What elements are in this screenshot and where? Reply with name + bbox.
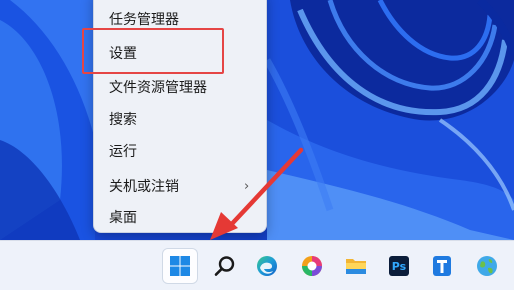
menu-item-file-explorer[interactable]: 文件资源管理器 (109, 75, 249, 101)
highlight-box (82, 28, 224, 74)
menu-item-desktop[interactable]: 桌面 (109, 205, 249, 231)
earth-app-icon (477, 256, 497, 276)
color-app-icon (302, 256, 322, 276)
menu-item-search[interactable]: 搜索 (109, 107, 249, 133)
menu-item-label: 桌面 (109, 210, 137, 226)
earth-app-button[interactable] (470, 249, 504, 283)
taskbar: Ps (0, 240, 514, 290)
taskbar-search-button[interactable] (208, 249, 242, 283)
menu-item-run[interactable]: 运行 (109, 139, 249, 165)
pin-app-icon (433, 256, 451, 276)
menu-item-label: 文件资源管理器 (109, 80, 207, 96)
photoshop-icon: Ps (389, 256, 409, 276)
search-icon (214, 256, 235, 276)
menu-item-label: 关机或注销 (109, 179, 179, 195)
windows-start-icon (170, 256, 190, 276)
edge-browser-button[interactable] (250, 249, 284, 283)
photoshop-button[interactable]: Ps (382, 249, 416, 283)
edge-browser-icon (257, 256, 277, 276)
file-explorer-icon (346, 259, 366, 274)
start-button[interactable] (163, 249, 197, 283)
file-explorer-button[interactable] (339, 249, 373, 283)
menu-item-label: 运行 (109, 144, 137, 160)
color-app-button[interactable] (295, 249, 329, 283)
menu-item-label: 搜索 (109, 112, 137, 128)
pin-app-button[interactable] (425, 249, 459, 283)
chevron-right-icon: › (244, 179, 250, 194)
photoshop-label: Ps (392, 260, 407, 273)
menu-item-shutdown-signout[interactable]: 关机或注销 › (109, 174, 249, 200)
